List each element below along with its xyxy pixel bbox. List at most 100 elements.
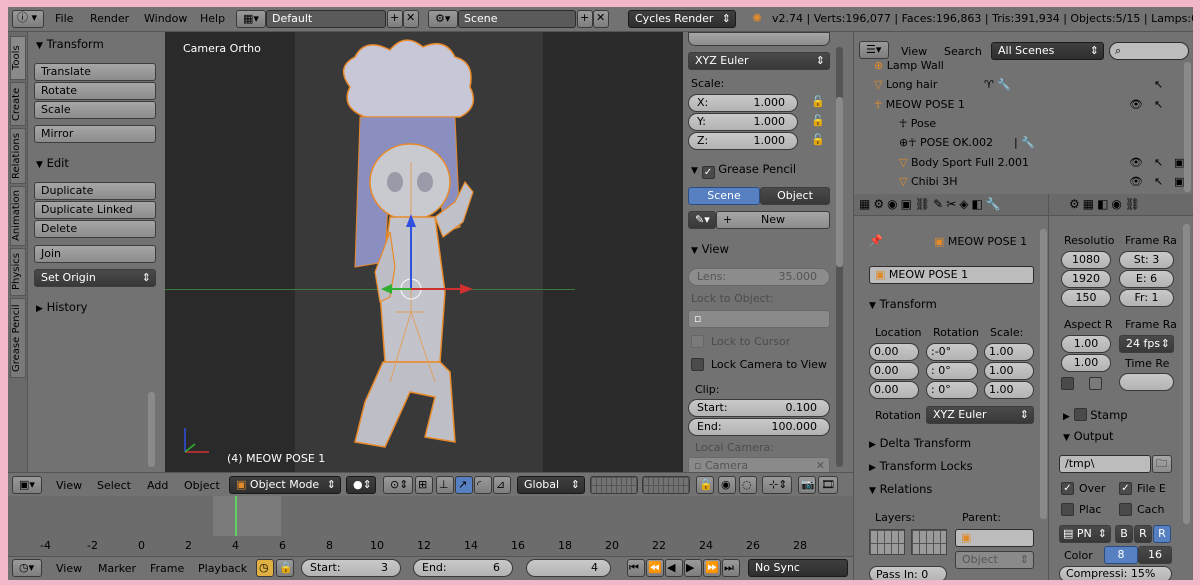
character-model[interactable] — [295, 32, 543, 472]
join-button[interactable]: Join — [34, 245, 156, 263]
aspect-y-field[interactable]: 1.00 — [1061, 354, 1111, 372]
render-properties-scrollbar[interactable] — [1183, 224, 1190, 524]
stamp-section-header[interactable]: ▶ Stamp — [1063, 406, 1128, 422]
edit-section-header[interactable]: ▼ Edit — [36, 156, 69, 170]
lock-range-icon[interactable]: 🔒 — [276, 559, 294, 577]
clip-start-field[interactable]: Start: 0.100 — [688, 399, 830, 417]
timeline-area[interactable]: -4 -2 0 2 4 6 8 10 12 14 16 18 20 22 24 … — [8, 496, 853, 556]
rotate-button[interactable]: Rotate — [34, 82, 156, 100]
render-animation-icon[interactable]: 🎞 — [818, 476, 838, 494]
layers-grid-right[interactable] — [642, 476, 690, 494]
rotate-manipulator-button[interactable]: ◜ — [474, 476, 492, 494]
depth-8-button[interactable]: 8 — [1104, 546, 1138, 564]
preview-range-icon[interactable]: ◷ — [256, 559, 274, 577]
list-item[interactable]: ☥ Pose — [899, 117, 1149, 133]
layers-grid-left[interactable] — [590, 476, 638, 494]
remove-layout-button[interactable]: ✕ — [403, 10, 419, 28]
timeline-editor-type[interactable]: ◷▾ — [12, 559, 42, 577]
snap-toggle-icon[interactable]: ◌ — [739, 476, 757, 494]
menu-window[interactable]: Window — [144, 12, 187, 25]
add-scene-button[interactable]: + — [577, 10, 593, 28]
eye-icon[interactable]: 👁 — [1129, 175, 1143, 188]
scale-z-field[interactable]: 1.00 — [984, 381, 1034, 399]
stamp-checkbox[interactable] — [1073, 408, 1087, 421]
menu-file[interactable]: File — [55, 12, 73, 25]
rotation-z-field[interactable] — [688, 32, 830, 46]
lock-object-field[interactable]: ▫ — [688, 310, 830, 328]
object-tab-button[interactable]: Object — [760, 187, 830, 205]
rotation-mode-dropdown[interactable]: XYZ Euler ⇕ — [926, 406, 1034, 424]
current-frame-field[interactable]: 4 — [526, 559, 611, 577]
timeline-playback-menu[interactable]: Playback — [198, 562, 247, 575]
rotation-x-field[interactable]: :-0° — [926, 343, 978, 361]
relations-header[interactable]: ▼ Relations — [869, 482, 932, 496]
scene-icon[interactable]: ⚙▾ — [428, 10, 458, 28]
layout-name-field[interactable]: Default — [266, 10, 386, 28]
scene-name-field[interactable]: Scene — [458, 10, 576, 28]
parent-type-dropdown[interactable]: Object ⇕ — [955, 551, 1034, 569]
set-origin-dropdown[interactable]: Set Origin ⇕ — [34, 269, 156, 287]
depth-16-button[interactable]: 16 — [1138, 546, 1172, 564]
tool-shelf-scrollbar[interactable] — [148, 392, 155, 467]
tab-grease-pencil[interactable]: Grease Pencil — [10, 298, 26, 378]
object-properties-scrollbar[interactable] — [1040, 229, 1047, 519]
scale-button[interactable]: Scale — [34, 101, 156, 119]
list-item[interactable]: ⊕☥ POSE OK.002 | 🔧 — [899, 136, 1149, 152]
compression-slider[interactable]: Compressi: 15% — [1059, 566, 1172, 580]
outliner-scrollbar[interactable] — [1184, 62, 1191, 192]
list-item[interactable]: ▽ Long hair ♈ 🔧 ↖ — [874, 78, 1174, 94]
transform-orientation-dropdown[interactable]: Global ⇕ — [517, 476, 585, 494]
end-frame-field[interactable]: End: 6 — [413, 559, 513, 577]
editor-type-button[interactable]: ⓘ ▾ — [12, 10, 44, 28]
timeline-view-menu[interactable]: View — [56, 562, 82, 575]
translate-manipulator-button[interactable]: ↗ — [455, 476, 473, 494]
resolution-y-field[interactable]: 1920 — [1061, 270, 1111, 288]
cursor-icon[interactable]: ↖ — [1154, 98, 1163, 111]
frame-end-field[interactable]: E: 6 — [1119, 270, 1174, 288]
eye-icon[interactable]: 👁 — [1129, 98, 1143, 111]
object-menu[interactable]: Object — [184, 479, 220, 492]
add-layout-button[interactable]: + — [387, 10, 403, 28]
current-frame-indicator[interactable] — [235, 496, 237, 536]
border-checkbox[interactable] — [1089, 377, 1102, 390]
overwrite-checkbox[interactable]: ✓ — [1061, 482, 1074, 495]
aspect-x-field[interactable]: 1.00 — [1061, 335, 1111, 353]
proportional-edit-icon[interactable]: ◉ — [718, 476, 736, 494]
fps-dropdown[interactable]: 24 fps ⇕ — [1119, 335, 1174, 353]
layer-grid-b[interactable] — [911, 529, 947, 555]
translate-button[interactable]: Translate — [34, 63, 156, 81]
time-remap-field[interactable] — [1119, 373, 1174, 391]
clip-end-field[interactable]: End: 100.000 — [688, 418, 830, 436]
cursor-icon[interactable]: ↖ — [1154, 78, 1163, 91]
file-format-dropdown[interactable]: ▤ PN ⇕ — [1059, 525, 1111, 543]
outliner-display-dropdown[interactable]: All Scenes ⇕ — [991, 42, 1104, 60]
timeline-marker-menu[interactable]: Marker — [98, 562, 136, 575]
play-reverse-icon[interactable]: ◀ — [665, 559, 683, 577]
tab-animation[interactable]: Animation — [10, 186, 26, 246]
placeholders-checkbox[interactable] — [1061, 503, 1074, 516]
history-section-header[interactable]: ▶ History — [36, 300, 88, 314]
camera-icon[interactable]: ▣ — [1174, 175, 1184, 188]
snap-element-dropdown[interactable]: ⊹⇕ — [762, 476, 792, 494]
jump-start-icon[interactable]: ⏮ — [627, 559, 645, 577]
render-opengl-icon[interactable]: 📷 — [798, 476, 816, 494]
lock-icon[interactable]: 🔓 — [811, 114, 825, 127]
color-rgba-button[interactable]: R — [1153, 525, 1171, 543]
viewport-shading-dropdown[interactable]: ●⇕ — [346, 476, 376, 494]
crop-checkbox[interactable] — [1061, 377, 1074, 390]
tab-tools[interactable]: Tools — [10, 36, 26, 80]
view-menu[interactable]: View — [56, 479, 82, 492]
outliner-editor-type[interactable]: ☰▾ — [859, 41, 889, 59]
cursor-icon[interactable]: ↖ — [1154, 156, 1163, 169]
camera-icon[interactable]: ▣ — [1174, 156, 1184, 169]
sync-mode-dropdown[interactable]: No Sync — [748, 559, 848, 577]
output-path-field[interactable]: /tmp\ — [1059, 455, 1151, 473]
transform-section-header[interactable]: ▼ Transform — [869, 297, 937, 311]
add-menu[interactable]: Add — [147, 479, 168, 492]
scale-x-field[interactable]: X: 1.000 — [688, 94, 798, 112]
delta-transform-header[interactable]: ▶ Delta Transform — [869, 436, 971, 450]
render-context-tabs[interactable]: ⚙▦◧◉⛓ — [1049, 194, 1193, 216]
properties-context-tabs[interactable]: ▦⚙◉▣⛓✎✂◈◧🔧 — [854, 194, 1049, 216]
manipulator-toggle[interactable]: ⊞ — [415, 476, 433, 494]
delete-button[interactable]: Delete — [34, 220, 156, 238]
